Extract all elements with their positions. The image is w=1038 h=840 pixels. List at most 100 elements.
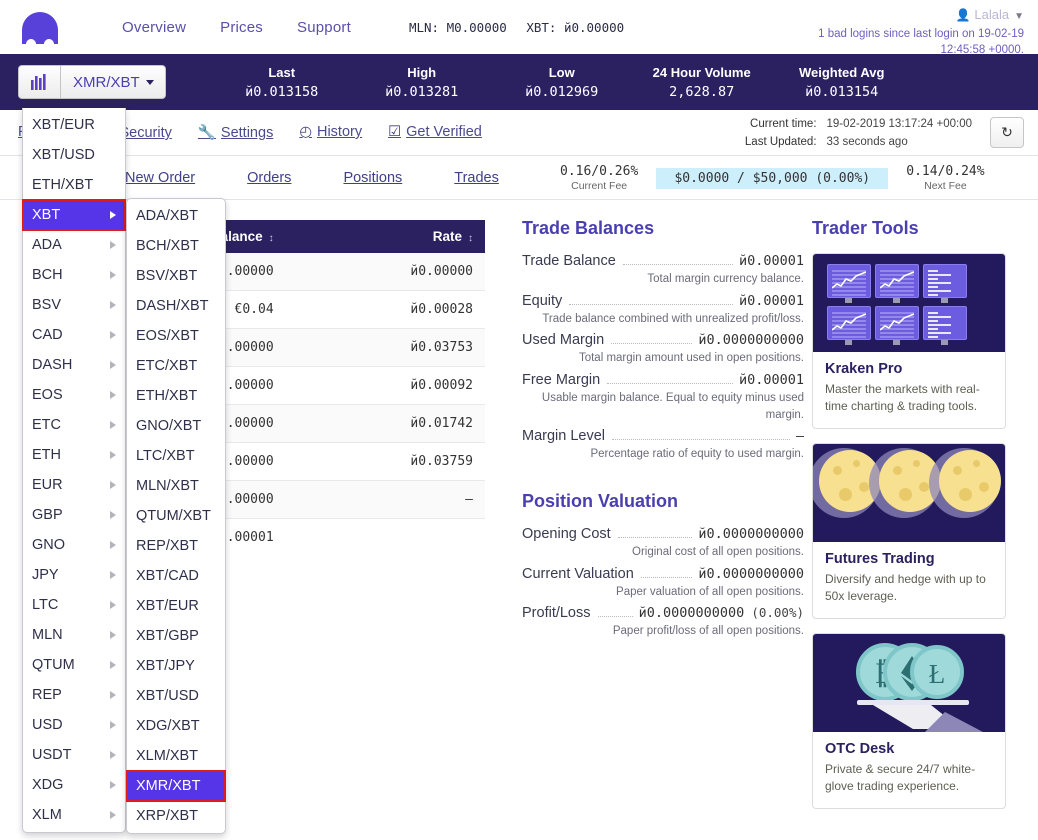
menu-item-rep[interactable]: REP [23, 680, 125, 710]
menu-item-gno[interactable]: GNO [23, 530, 125, 560]
detail-label: Opening Cost [522, 526, 611, 543]
menu-item-mln-xbt[interactable]: MLN/XBT [127, 471, 225, 501]
menu-item-xbt-usd[interactable]: XBT/USD [127, 681, 225, 711]
menu-item-xbt-usd[interactable]: XBT/USD [23, 140, 125, 170]
market-stat-weighted-avg: Weighted Avg й0.013154 [772, 65, 912, 100]
menu-item-xdg-xbt[interactable]: XDG/XBT [127, 711, 225, 741]
menu-item-label: XLM/XBT [136, 748, 199, 764]
menu-item-xbt[interactable]: XBT [22, 199, 126, 231]
chevron-right-icon [110, 361, 116, 369]
menu-item-xbt-eur[interactable]: XBT/EUR [23, 110, 125, 140]
menu-item-label: ETC [32, 417, 61, 433]
menu-item-gbp[interactable]: GBP [23, 500, 125, 530]
menu-item-ada[interactable]: ADA [23, 230, 125, 260]
nav-link-overview[interactable]: Overview [122, 19, 186, 36]
order-tabs: New Order Orders Positions Trades [125, 170, 551, 186]
kraken-logo-icon[interactable] [18, 10, 62, 44]
menu-item-etc-xbt[interactable]: ETC/XBT [127, 351, 225, 381]
menu-item-cad[interactable]: CAD [23, 320, 125, 350]
tab-positions[interactable]: Positions [343, 170, 402, 186]
menu-item-eur[interactable]: EUR [23, 470, 125, 500]
menu-item-ada-xbt[interactable]: ADA/XBT [127, 201, 225, 231]
menu-item-eos[interactable]: EOS [23, 380, 125, 410]
trader-tool-card[interactable]: ₿Ł OTC Desk Private & secure 24/7 white-gl… [812, 633, 1006, 810]
menu-item-xbt-jpy[interactable]: XBT/JPY [127, 651, 225, 681]
menu-item-xlm[interactable]: XLM [23, 800, 125, 830]
leader-dots [640, 576, 693, 578]
menu-item-dash-xbt[interactable]: DASH/XBT [127, 291, 225, 321]
bar-chart-icon[interactable] [19, 66, 61, 98]
trader-tool-card[interactable]: Futures Trading Diversify and hedge with … [812, 443, 1006, 620]
menu-item-usd[interactable]: USD [23, 710, 125, 740]
pair-menu-level2[interactable]: ADA/XBT BCH/XBT BSV/XBT DASH/XBT EOS/XBT ETC/… [126, 198, 226, 834]
menu-item-xdg[interactable]: XDG [23, 770, 125, 800]
current-fee: 0.16/0.26% Current Fee [560, 164, 638, 192]
trader-tool-card[interactable]: Kraken Pro Master the markets with real-t… [812, 253, 1006, 430]
menu-item-usdt[interactable]: USDT [23, 740, 125, 770]
username-label: Lalala [974, 7, 1010, 22]
menu-item-gno-xbt[interactable]: GNO/XBT [127, 411, 225, 441]
tab-trades[interactable]: Trades [454, 170, 499, 186]
detail-description: Paper profit/loss of all open positions. [612, 625, 804, 638]
avatar-icon: 👤 [955, 8, 971, 22]
leader-dots [597, 616, 633, 618]
pair-menu-level1[interactable]: XBT/EUR XBT/USD ETH/XBT XBT ADA BCH BSV CAD DASH… [22, 108, 126, 833]
menu-item-rep-xbt[interactable]: REP/XBT [127, 531, 225, 561]
menu-item-label: XDG/XBT [136, 718, 200, 734]
trader-tools-title: Trader Tools [812, 218, 919, 238]
menu-item-mln[interactable]: MLN [23, 620, 125, 650]
menu-item-eth-xbt[interactable]: ETH/XBT [127, 381, 225, 411]
menu-item-xbt-gbp[interactable]: XBT/GBP [127, 621, 225, 651]
tab-orders[interactable]: Orders [247, 170, 291, 186]
menu-item-bch-xbt[interactable]: BCH/XBT [127, 231, 225, 261]
account-link-label: History [316, 124, 363, 140]
refresh-button[interactable]: ↻ [990, 117, 1024, 148]
menu-item-label: MLN/XBT [136, 478, 199, 494]
monitor-stand [845, 340, 852, 345]
nav-link-support[interactable]: Support [297, 19, 351, 36]
market-bar: XMR/XBT Last й0.013158 High й0.013281 Low й0.… [0, 54, 1038, 110]
detail-value: й0.00001 [738, 292, 804, 309]
nav-link-prices[interactable]: Prices [220, 19, 263, 36]
menu-item-ltc[interactable]: LTC [23, 590, 125, 620]
account-link-history[interactable]: ◴ History [299, 124, 362, 141]
user-menu-row[interactable]: 👤 Lalala ▼ [784, 6, 1024, 24]
menu-item-label: GBP [32, 507, 63, 523]
chevron-right-icon [110, 481, 116, 489]
menu-item-jpy[interactable]: JPY [23, 560, 125, 590]
menu-item-xbt-cad[interactable]: XBT/CAD [127, 561, 225, 591]
tab-new-order[interactable]: New Order [125, 170, 195, 186]
menu-item-xlm-xbt[interactable]: XLM/XBT [127, 741, 225, 771]
coins-tray-icon: ₿Ł [856, 643, 983, 733]
chevron-right-icon [110, 541, 116, 549]
account-link-get-verified[interactable]: ☑ Get Verified [388, 124, 482, 141]
menu-item-bsv[interactable]: BSV [23, 290, 125, 320]
pair-selector-button[interactable]: XMR/XBT [61, 66, 165, 98]
user-menu[interactable]: 👤 Lalala ▼ 1 bad logins since last login o… [784, 6, 1024, 58]
menu-item-dash[interactable]: DASH [23, 350, 125, 380]
current-fee-value: 0.16/0.26% [560, 164, 639, 179]
menu-item-xrp-xbt[interactable]: XRP/XBT [127, 801, 225, 831]
menu-item-eth-xbt[interactable]: ETH/XBT [23, 170, 125, 200]
menu-item-bch[interactable]: BCH [23, 260, 125, 290]
chevron-down-icon[interactable]: ▼ [1014, 11, 1024, 22]
menu-item-qtum[interactable]: QTUM [23, 650, 125, 680]
menu-item-eos-xbt[interactable]: EOS/XBT [127, 321, 225, 351]
time-info: Current time: 19-02-2019 13:17:24 +00:00… [745, 115, 972, 152]
primary-nav-links: Overview Prices Support [122, 19, 385, 36]
menu-item-etc[interactable]: ETC [23, 410, 125, 440]
account-link-settings[interactable]: 🔧 Settings [198, 124, 273, 141]
column-header-rate[interactable]: Rate ↕ [285, 220, 485, 253]
pair-selector[interactable]: XMR/XBT [18, 65, 166, 99]
market-stat-value: й0.013154 [805, 83, 879, 100]
account-link-label: Settings [220, 125, 274, 141]
refresh-icon: ↻ [1001, 124, 1013, 140]
market-stat-value: 2,628.87 [669, 83, 735, 100]
menu-item-ltc-xbt[interactable]: LTC/XBT [127, 441, 225, 471]
menu-item-xbt-eur[interactable]: XBT/EUR [127, 591, 225, 621]
menu-item-eth[interactable]: ETH [23, 440, 125, 470]
menu-item-qtum-xbt[interactable]: QTUM/XBT [127, 501, 225, 531]
menu-item-bsv-xbt[interactable]: BSV/XBT [127, 261, 225, 291]
menu-item-xmr-xbt[interactable]: XMR/XBT [126, 770, 226, 802]
monitor-stand [941, 298, 948, 303]
